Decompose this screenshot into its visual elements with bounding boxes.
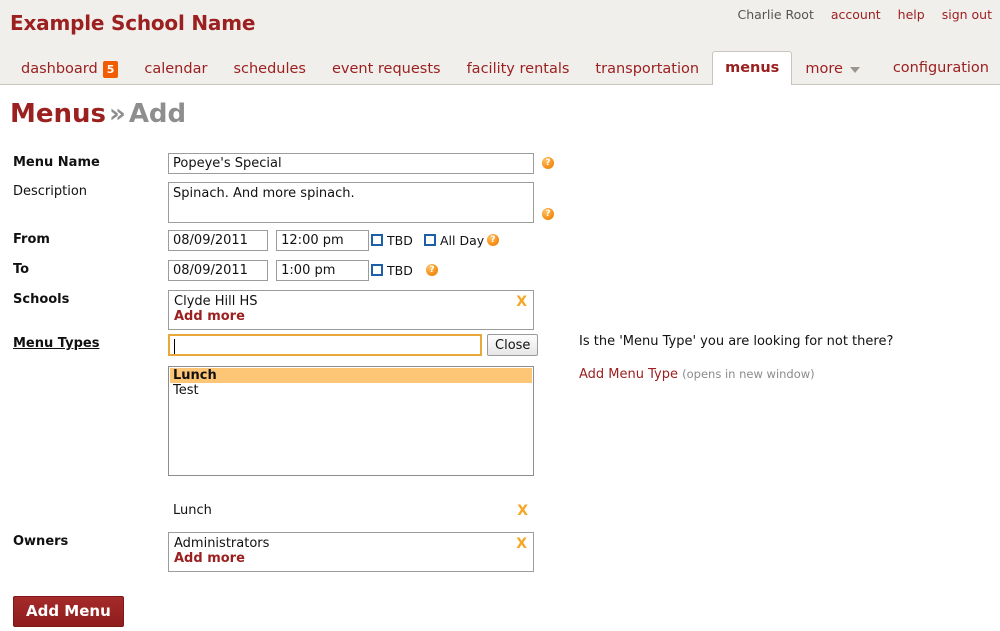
- to-tbd-checkbox-wrap[interactable]: TBD: [371, 263, 413, 278]
- tab-dashboard[interactable]: dashboard 5: [8, 53, 131, 84]
- to-time-input[interactable]: [276, 260, 370, 281]
- from-all-day-checkbox[interactable]: [424, 233, 436, 246]
- description-label: Description: [13, 184, 88, 199]
- schools-box: Clyde Hill HS Add more X: [168, 290, 534, 330]
- page-title: Menus» Add: [10, 99, 186, 129]
- add-menu-button[interactable]: Add Menu: [13, 596, 124, 627]
- from-all-day-label: All Day: [440, 233, 485, 248]
- tab-calendar[interactable]: calendar: [131, 53, 220, 84]
- chevron-down-icon: [849, 67, 860, 73]
- page-title-main: Menus: [10, 99, 107, 129]
- school-item: Clyde Hill HS: [174, 294, 258, 309]
- menu-types-search-input[interactable]: [168, 334, 482, 356]
- from-time-input[interactable]: [276, 230, 370, 251]
- to-tbd-checkbox[interactable]: [371, 263, 383, 276]
- help-icon-from[interactable]: ?: [487, 234, 499, 246]
- from-tbd-label: TBD: [387, 233, 413, 248]
- tab-event-requests[interactable]: event requests: [319, 53, 454, 84]
- tab-transportation[interactable]: transportation: [582, 53, 712, 84]
- side-help-question: Is the 'Menu Type' you are looking for n…: [579, 334, 894, 349]
- tab-schedules-label: schedules: [233, 60, 306, 77]
- owners-label: Owners: [13, 534, 69, 549]
- tab-more-label: more: [805, 60, 843, 77]
- selected-menu-type-row: Lunch X: [168, 502, 534, 520]
- help-icon-description[interactable]: ?: [542, 208, 554, 220]
- tab-menus-label: menus: [725, 60, 780, 76]
- menu-types-listbox[interactable]: Lunch Test: [168, 366, 534, 476]
- tab-schedules[interactable]: schedules: [220, 53, 319, 84]
- from-allday-checkbox-wrap[interactable]: All Day: [424, 233, 484, 248]
- account-link[interactable]: account: [831, 7, 881, 22]
- side-help-action: Add Menu Type (opens in new window): [579, 367, 815, 382]
- app-header: Example School Name Charlie Root account…: [0, 0, 1000, 46]
- selected-menu-type-remove-link[interactable]: X: [517, 503, 528, 519]
- page-title-sub: Add: [128, 99, 187, 129]
- nav-tab-list: dashboard 5 calendar schedules event req…: [8, 45, 873, 85]
- owners-box: Administrators Add more X: [168, 532, 534, 572]
- add-menu-type-note: (opens in new window): [682, 367, 815, 381]
- add-menu-type-link[interactable]: Add Menu Type: [579, 367, 678, 382]
- user-name: Charlie Root: [737, 7, 814, 22]
- tab-event-requests-label: event requests: [331, 60, 441, 77]
- help-icon-menu-name[interactable]: ?: [542, 157, 554, 169]
- to-date-input[interactable]: [168, 260, 268, 281]
- menu-name-input[interactable]: [168, 153, 534, 174]
- from-label: From: [13, 232, 50, 247]
- breadcrumb-separator: »: [109, 99, 126, 129]
- tab-facility-rentals[interactable]: facility rentals: [454, 53, 583, 84]
- menu-type-option-lunch[interactable]: Lunch: [170, 368, 532, 383]
- to-label: To: [13, 262, 30, 277]
- from-date-input[interactable]: [168, 230, 268, 251]
- selected-menu-type-label: Lunch: [173, 503, 212, 518]
- help-icon-to[interactable]: ?: [426, 264, 438, 276]
- description-textarea[interactable]: Spinach. And more spinach.: [168, 182, 534, 223]
- brand-title: Example School Name: [10, 11, 256, 35]
- schools-remove-link[interactable]: X: [516, 294, 527, 310]
- tab-menus[interactable]: menus: [712, 51, 793, 85]
- nav-right: configuration: [890, 53, 992, 84]
- owner-item: Administrators: [174, 536, 270, 551]
- menu-name-label: Menu Name: [13, 155, 100, 170]
- user-bar: Charlie Root account help sign out: [737, 7, 992, 22]
- from-tbd-checkbox-wrap[interactable]: TBD: [371, 233, 413, 248]
- tab-transportation-label: transportation: [595, 60, 700, 77]
- tab-more[interactable]: more: [792, 53, 873, 84]
- sign-out-link[interactable]: sign out: [942, 7, 992, 22]
- owners-add-more-link[interactable]: Add more: [174, 551, 245, 567]
- from-tbd-checkbox[interactable]: [371, 233, 383, 246]
- menu-types-label: Menu Types: [13, 336, 100, 351]
- close-button[interactable]: Close: [487, 334, 539, 356]
- tab-dashboard-label: dashboard: [21, 60, 98, 77]
- schools-label: Schools: [13, 292, 70, 307]
- to-tbd-label: TBD: [387, 263, 413, 278]
- text-cursor: [174, 339, 175, 354]
- tab-calendar-label: calendar: [144, 60, 208, 77]
- owners-remove-link[interactable]: X: [516, 536, 527, 552]
- tab-facility-rentals-label: facility rentals: [466, 60, 570, 77]
- menu-type-option-test[interactable]: Test: [170, 383, 532, 398]
- help-link[interactable]: help: [898, 7, 925, 22]
- dashboard-count-badge: 5: [102, 60, 119, 78]
- schools-add-more-link[interactable]: Add more: [174, 309, 245, 325]
- main-navigation: dashboard 5 calendar schedules event req…: [0, 46, 1000, 85]
- configuration-link[interactable]: configuration: [890, 60, 992, 76]
